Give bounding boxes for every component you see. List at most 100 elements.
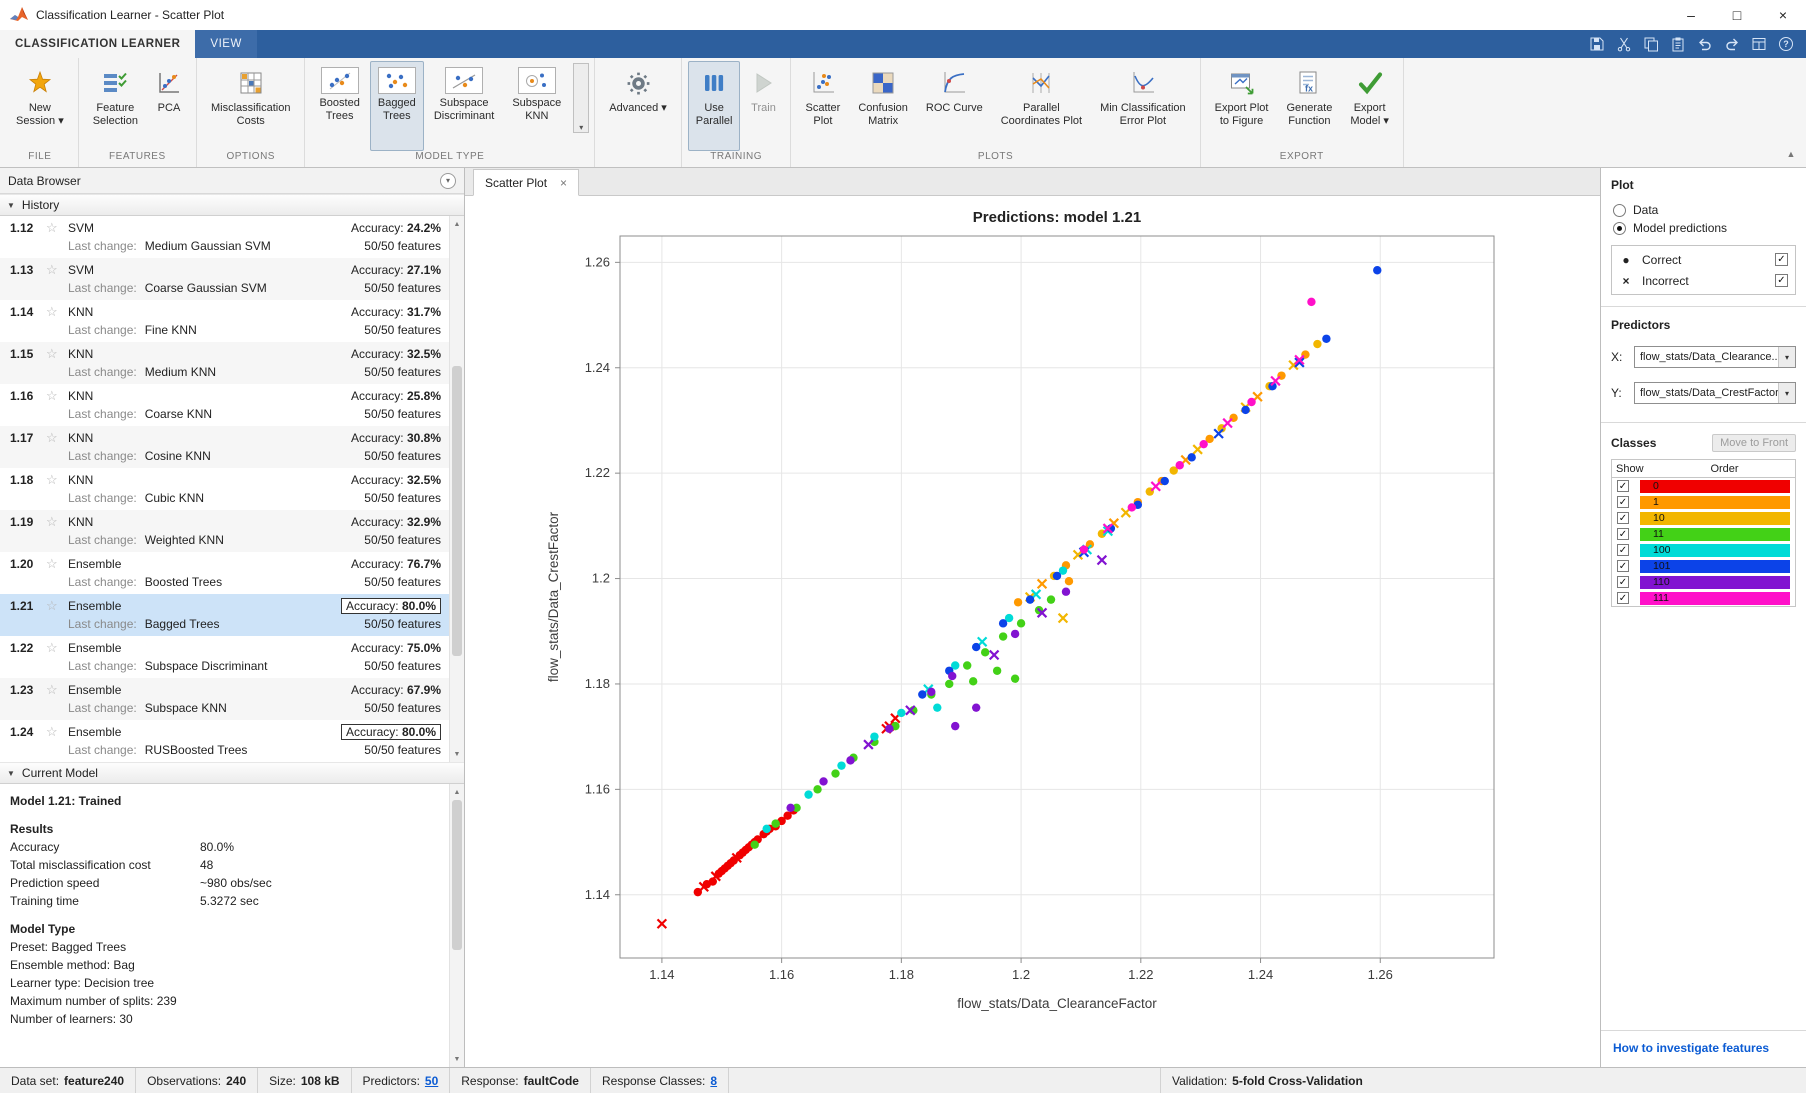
history-item[interactable]: 1.18☆KNNAccuracy: 32.5%Last change:Cubic… bbox=[0, 468, 449, 510]
history-item[interactable]: 1.19☆KNNAccuracy: 32.9%Last change:Weigh… bbox=[0, 510, 449, 552]
history-section-header[interactable]: ▼ History bbox=[0, 194, 464, 216]
favorite-star-icon[interactable]: ☆ bbox=[46, 220, 68, 236]
use-parallel-button[interactable]: UseParallel bbox=[688, 61, 741, 151]
history-scrollbar-thumb[interactable] bbox=[452, 366, 462, 656]
tab-view[interactable]: VIEW bbox=[195, 30, 256, 58]
history-item[interactable]: 1.14☆KNNAccuracy: 31.7%Last change:Fine … bbox=[0, 300, 449, 342]
scroll-down-icon[interactable]: ▼ bbox=[450, 747, 464, 761]
history-item[interactable]: 1.16☆KNNAccuracy: 25.8%Last change:Coars… bbox=[0, 384, 449, 426]
document-tab-scatter-plot[interactable]: Scatter Plot × bbox=[473, 169, 579, 196]
favorite-star-icon[interactable]: ☆ bbox=[46, 682, 68, 698]
close-button[interactable]: × bbox=[1760, 0, 1806, 30]
class-show-checkbox[interactable]: ✓ bbox=[1617, 496, 1629, 508]
history-item[interactable]: 1.22☆EnsembleAccuracy: 75.0%Last change:… bbox=[0, 636, 449, 678]
min-classification-error-plot-button[interactable]: Min ClassificationError Plot bbox=[1092, 61, 1194, 151]
class-color-swatch[interactable]: 10 bbox=[1640, 512, 1790, 525]
new-session-button[interactable]: NewSession ▾ bbox=[8, 61, 72, 151]
favorite-star-icon[interactable]: ☆ bbox=[46, 472, 68, 488]
scroll-up-icon[interactable]: ▲ bbox=[450, 217, 464, 231]
scroll-down-icon[interactable]: ▼ bbox=[450, 1052, 464, 1066]
misclassification-costs-button[interactable]: MisclassificationCosts bbox=[203, 61, 298, 151]
legend-checkbox[interactable]: ✓ bbox=[1775, 253, 1788, 266]
plot-option-data[interactable]: Data bbox=[1613, 203, 1796, 217]
favorite-star-icon[interactable]: ☆ bbox=[46, 304, 68, 320]
class-color-swatch[interactable]: 11 bbox=[1640, 528, 1790, 541]
history-item[interactable]: 1.17☆KNNAccuracy: 30.8%Last change:Cosin… bbox=[0, 426, 449, 468]
class-color-swatch[interactable]: 101 bbox=[1640, 560, 1790, 573]
collapse-ribbon-button[interactable]: ▲ bbox=[1782, 146, 1800, 162]
generate-function-button[interactable]: fxGenerateFunction bbox=[1278, 61, 1340, 151]
history-item[interactable]: 1.23☆EnsembleAccuracy: 67.9%Last change:… bbox=[0, 678, 449, 720]
redo-icon[interactable] bbox=[1724, 36, 1740, 52]
class-show-checkbox[interactable]: ✓ bbox=[1617, 512, 1629, 524]
paste-icon[interactable] bbox=[1670, 36, 1686, 52]
x-predictor-dropdown[interactable]: flow_stats/Data_Clearance... ▾ bbox=[1634, 346, 1796, 368]
history-item[interactable]: 1.21☆EnsembleAccuracy: 80.0%Last change:… bbox=[0, 594, 449, 636]
class-show-checkbox[interactable]: ✓ bbox=[1617, 560, 1629, 572]
model-gallery-expand-button[interactable]: ▾ bbox=[573, 63, 589, 133]
favorite-star-icon[interactable]: ☆ bbox=[46, 430, 68, 446]
class-show-checkbox[interactable]: ✓ bbox=[1617, 576, 1629, 588]
feature-selection-button[interactable]: FeatureSelection bbox=[85, 61, 146, 151]
help-icon[interactable]: ? bbox=[1778, 36, 1794, 52]
favorite-star-icon[interactable]: ☆ bbox=[46, 556, 68, 572]
save-icon[interactable] bbox=[1589, 36, 1605, 52]
legend-checkbox[interactable]: ✓ bbox=[1775, 274, 1788, 287]
class-color-swatch[interactable]: 111 bbox=[1640, 592, 1790, 605]
class-show-checkbox[interactable]: ✓ bbox=[1617, 528, 1629, 540]
favorite-star-icon[interactable]: ☆ bbox=[46, 388, 68, 404]
class-color-swatch[interactable]: 100 bbox=[1640, 544, 1790, 557]
current-model-section-header[interactable]: ▼ Current Model bbox=[0, 762, 464, 784]
status-link[interactable]: 50 bbox=[425, 1074, 438, 1088]
move-to-front-button[interactable]: Move to Front bbox=[1712, 434, 1796, 452]
favorite-star-icon[interactable]: ☆ bbox=[46, 262, 68, 278]
radio-icon[interactable] bbox=[1613, 204, 1626, 217]
class-show-checkbox[interactable]: ✓ bbox=[1617, 480, 1629, 492]
scroll-up-icon[interactable]: ▲ bbox=[450, 785, 464, 799]
favorite-star-icon[interactable]: ☆ bbox=[46, 346, 68, 362]
close-tab-icon[interactable]: × bbox=[560, 176, 567, 190]
layout-icon[interactable] bbox=[1751, 36, 1767, 52]
history-item[interactable]: 1.13☆SVMAccuracy: 27.1%Last change:Coars… bbox=[0, 258, 449, 300]
favorite-star-icon[interactable]: ☆ bbox=[46, 598, 68, 614]
cut-icon[interactable] bbox=[1616, 36, 1632, 52]
radio-icon[interactable] bbox=[1613, 222, 1626, 235]
y-predictor-dropdown[interactable]: flow_stats/Data_CrestFactor ▾ bbox=[1634, 382, 1796, 404]
copy-icon[interactable] bbox=[1643, 36, 1659, 52]
confusion-matrix-button[interactable]: ConfusionMatrix bbox=[850, 61, 916, 151]
export-plot-to-figure-button[interactable]: Export Plotto Figure bbox=[1207, 61, 1277, 151]
maximize-button[interactable]: □ bbox=[1714, 0, 1760, 30]
undo-icon[interactable] bbox=[1697, 36, 1713, 52]
scatter-plot-button[interactable]: ScatterPlot bbox=[797, 61, 848, 151]
class-show-checkbox[interactable]: ✓ bbox=[1617, 544, 1629, 556]
bagged-trees-button[interactable]: BaggedTrees bbox=[370, 61, 424, 151]
chevron-down-icon[interactable]: ▾ bbox=[1778, 383, 1795, 403]
history-item[interactable]: 1.12☆SVMAccuracy: 24.2%Last change:Mediu… bbox=[0, 216, 449, 258]
current-model-scrollbar[interactable]: ▲ ▼ bbox=[449, 784, 464, 1067]
favorite-star-icon[interactable]: ☆ bbox=[46, 640, 68, 656]
subspace-knn-button[interactable]: SubspaceKNN bbox=[504, 61, 569, 151]
boosted-trees-button[interactable]: BoostedTrees bbox=[311, 61, 367, 151]
class-color-swatch[interactable]: 1 bbox=[1640, 496, 1790, 509]
minimize-button[interactable]: – bbox=[1668, 0, 1714, 30]
export-model-button[interactable]: ExportModel ▾ bbox=[1342, 61, 1397, 151]
chevron-down-icon[interactable]: ▾ bbox=[1778, 347, 1795, 367]
history-item[interactable]: 1.24☆EnsembleAccuracy: 80.0%Last change:… bbox=[0, 720, 449, 762]
parallel-coordinates-plot-button[interactable]: ParallelCoordinates Plot bbox=[993, 61, 1090, 151]
history-item[interactable]: 1.15☆KNNAccuracy: 32.5%Last change:Mediu… bbox=[0, 342, 449, 384]
plot-option-model-predictions[interactable]: Model predictions bbox=[1613, 221, 1796, 235]
status-link[interactable]: 8 bbox=[710, 1074, 717, 1088]
subspace-discriminant-button[interactable]: SubspaceDiscriminant bbox=[426, 61, 503, 151]
train-button[interactable]: Train bbox=[742, 61, 784, 151]
tab-classification-learner[interactable]: CLASSIFICATION LEARNER bbox=[0, 30, 195, 58]
advanced-button[interactable]: Advanced ▾ bbox=[601, 61, 675, 151]
current-model-scrollbar-thumb[interactable] bbox=[452, 800, 462, 950]
class-color-swatch[interactable]: 0 bbox=[1640, 480, 1790, 493]
pca-button[interactable]: PCA bbox=[148, 61, 190, 151]
class-color-swatch[interactable]: 110 bbox=[1640, 576, 1790, 589]
history-scrollbar[interactable]: ▲ ▼ bbox=[449, 216, 464, 762]
how-to-investigate-features-link[interactable]: How to investigate features bbox=[1613, 1041, 1769, 1055]
class-show-checkbox[interactable]: ✓ bbox=[1617, 592, 1629, 604]
favorite-star-icon[interactable]: ☆ bbox=[46, 724, 68, 740]
panel-menu-button[interactable]: ▾ bbox=[440, 173, 456, 189]
